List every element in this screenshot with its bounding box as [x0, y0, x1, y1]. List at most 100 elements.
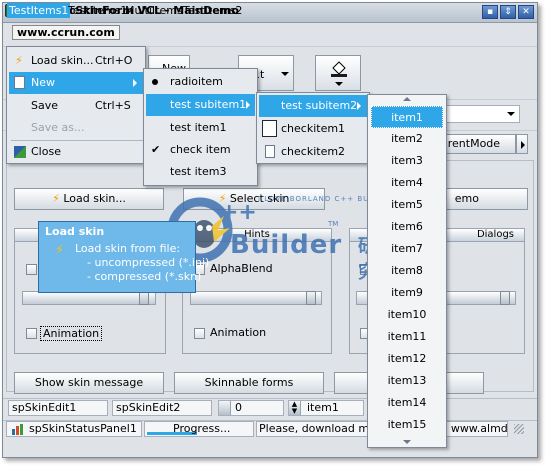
- animation-checkbox-1[interactable]: [26, 328, 37, 339]
- progress-label: Progress...: [173, 422, 231, 435]
- submenu-item-test-item1[interactable]: test item1: [146, 117, 255, 139]
- new-submenu: radioitem test subitem1 test item1 ✔ che…: [143, 68, 258, 186]
- submenu-item-checkitem2[interactable]: checkitem2: [259, 141, 367, 163]
- item-list: item1 item2 item3 item4 item5 item6 item7 item8…: [368, 106, 446, 436]
- submenu-item-test-subitem1-label: test subitem1: [170, 98, 247, 111]
- menu-item-save-shortcut: Ctrl+S: [95, 99, 131, 112]
- list-item[interactable]: item15: [371, 414, 443, 436]
- menu-item-new-label: New: [31, 76, 55, 89]
- document-icon: [262, 120, 277, 137]
- lightning-icon: ⚡: [52, 192, 60, 205]
- scroll-down-icon[interactable]: [403, 440, 411, 444]
- item-combo-value: item1: [307, 401, 339, 414]
- size-grip[interactable]: [514, 424, 524, 434]
- hint-line-1: Load skin from file:: [75, 242, 181, 255]
- menu-item-close-label: Close: [31, 145, 61, 158]
- chevron-down-icon: [507, 112, 515, 116]
- animation-label-2: Animation: [210, 326, 267, 339]
- trackbar-left[interactable]: [22, 291, 156, 305]
- list-item[interactable]: item6: [371, 216, 443, 238]
- submenu-item-radioitem[interactable]: radioitem: [146, 71, 255, 93]
- close-icon: [14, 146, 26, 158]
- list-item[interactable]: item13: [371, 370, 443, 392]
- chevron-right-icon: [133, 79, 137, 87]
- list-item[interactable]: item3: [371, 150, 443, 172]
- hint-title: Load skin: [45, 225, 105, 238]
- chevron-right-icon: [246, 101, 250, 109]
- lightning-icon: ⚡: [15, 54, 23, 67]
- animation-checkbox-2[interactable]: [194, 328, 205, 339]
- list-item[interactable]: item7: [371, 238, 443, 260]
- trackbar-left-thumb[interactable]: [139, 291, 149, 305]
- list-item[interactable]: item12: [371, 348, 443, 370]
- scroll-up-icon[interactable]: [403, 97, 411, 101]
- logo-tm: TM: [328, 220, 339, 228]
- minimize-button[interactable]: ▪: [482, 5, 498, 19]
- status-panel-1-label: spSkinStatusPanel1: [29, 422, 137, 435]
- animation-label-1: Animation: [40, 326, 103, 341]
- updown-icon[interactable]: ▲ ▼: [289, 401, 301, 415]
- trackbar-hints-thumb[interactable]: [306, 291, 316, 305]
- list-item[interactable]: item8: [371, 260, 443, 282]
- submenu-item-check-item-label: check item: [170, 143, 231, 156]
- chevron-right-icon: [521, 141, 525, 149]
- submenu-item-radioitem-label: radioitem: [170, 75, 223, 88]
- logo-plus: ++: [220, 200, 257, 225]
- logo-brand: Builder: [230, 230, 343, 260]
- trackbar-dialogs-thumb[interactable]: [500, 291, 510, 305]
- list-item[interactable]: item14: [371, 392, 443, 414]
- watermark: www.ccrun.com: [12, 25, 120, 40]
- restore-button[interactable]: ⇕: [500, 5, 516, 19]
- skin-edit-1[interactable]: spSkinEdit1: [8, 400, 108, 416]
- submenu-item-test-item3[interactable]: test item3: [146, 161, 255, 183]
- list-item[interactable]: item5: [371, 194, 443, 216]
- menu-testitems2[interactable]: TestItems2: [181, 3, 244, 18]
- list-item[interactable]: item2: [371, 128, 443, 150]
- trackbar-hints[interactable]: [190, 291, 322, 305]
- menu-item-load-skin-label: Load skin...: [31, 54, 94, 67]
- submenu-item-checkitem1-label: checkitem1: [281, 122, 346, 135]
- checkmark-icon: ✔: [151, 143, 161, 156]
- show-skin-message-button[interactable]: Show skin message: [14, 372, 164, 394]
- item-combo[interactable]: ▲ ▼ item1: [288, 400, 364, 416]
- document-icon: [265, 145, 275, 158]
- menu-testitems1-active[interactable]: TestItems1: [7, 3, 71, 18]
- list-item[interactable]: item10: [371, 304, 443, 326]
- menu-item-new[interactable]: New: [9, 72, 143, 94]
- toolbar-combobox[interactable]: [436, 105, 520, 123]
- submenu-item-check-item[interactable]: ✔ check item: [146, 139, 255, 161]
- chevron-down-icon: [335, 82, 343, 86]
- skinnable-forms-button[interactable]: Skinnable forms: [174, 372, 324, 394]
- close-button[interactable]: ✕: [518, 5, 534, 19]
- menu-item-save-as-label: Save as...: [31, 121, 85, 134]
- list-item[interactable]: item9: [371, 282, 443, 304]
- submenu-item-test-subitem2[interactable]: test subitem2: [259, 95, 367, 117]
- skin-edit-2[interactable]: spSkinEdit2: [112, 400, 212, 416]
- radio-dot-icon: [152, 79, 158, 85]
- hint-line-3: - compressed (*.skn): [87, 270, 202, 283]
- spin-edit[interactable]: 0: [218, 400, 284, 416]
- spin-button[interactable]: [219, 401, 231, 415]
- checkbox-left-1[interactable]: [26, 264, 37, 275]
- progress-panel: Progress...: [144, 421, 254, 437]
- fill-color-button[interactable]: [315, 55, 361, 91]
- submenu-item-test-subitem1[interactable]: test subitem1: [146, 94, 255, 116]
- menu-item-close[interactable]: Close: [9, 141, 143, 163]
- hint-popup: Load skin ⚡ Load skin from file: - uncom…: [38, 221, 209, 293]
- subitem1-submenu: test subitem2 checkitem1 checkitem2: [256, 92, 370, 164]
- list-item[interactable]: item4: [371, 172, 443, 194]
- tab-scroll-right-button[interactable]: [516, 134, 528, 154]
- list-item[interactable]: item1: [371, 106, 443, 128]
- load-skin-label: Load skin...: [63, 192, 126, 205]
- submenu-item-test-item3-label: test item3: [170, 165, 227, 178]
- chart-icon: [12, 424, 23, 435]
- paint-bucket-icon: [331, 61, 347, 77]
- menu-item-save[interactable]: Save Ctrl+S: [9, 95, 143, 117]
- submenu-item-checkitem1[interactable]: checkitem1: [259, 118, 367, 140]
- menu-multiitems[interactable]: MultiItems: [123, 3, 185, 18]
- list-item[interactable]: item11: [371, 326, 443, 348]
- menu-testitems1[interactable]: TestItems1: [66, 3, 129, 18]
- menu-item-save-as[interactable]: Save as...: [9, 117, 143, 139]
- load-skin-button[interactable]: ⚡ Load skin...: [14, 188, 164, 210]
- menu-item-load-skin[interactable]: ⚡ Load skin... Ctrl+O: [9, 50, 143, 72]
